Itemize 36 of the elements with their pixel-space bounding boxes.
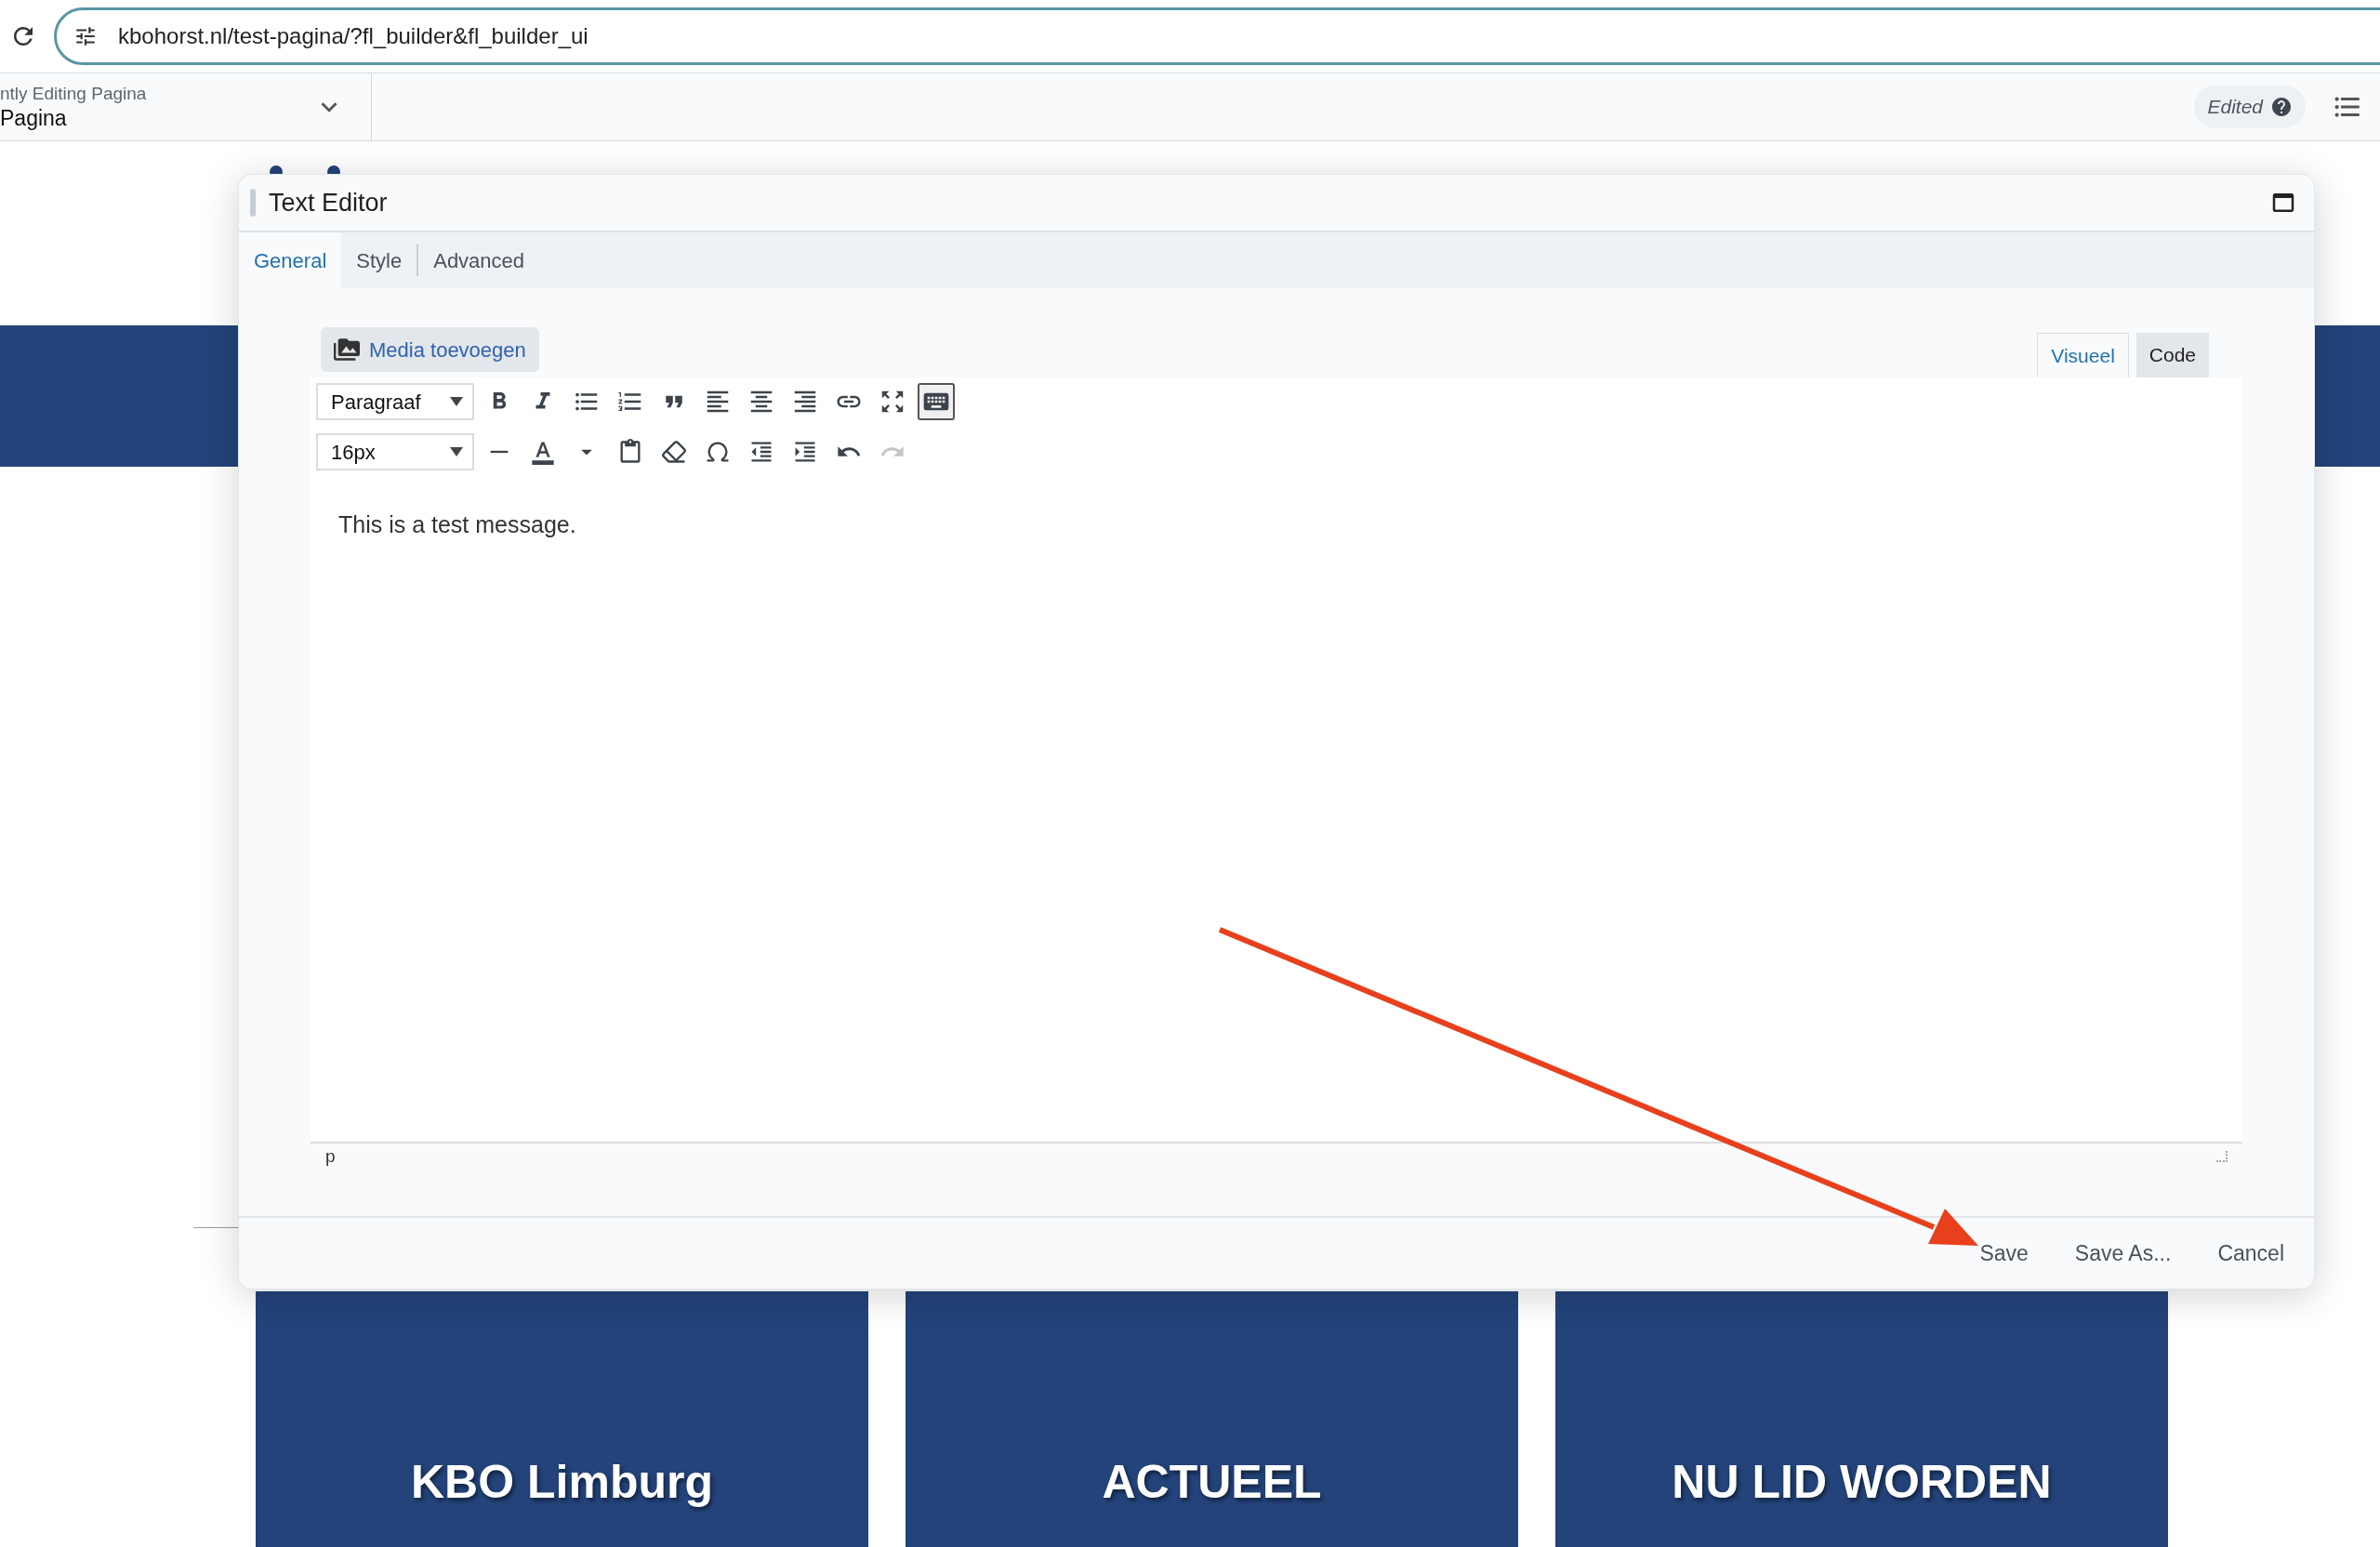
element-path: p [325,1144,336,1168]
media-icon [334,337,360,363]
eraser-icon[interactable] [661,439,687,465]
address-bar[interactable]: kbohorst.nl/test-pagina/?fl_builder&fl_builder_ui [54,7,2380,65]
footer-button[interactable]: Save [1961,1230,2047,1276]
footer-button[interactable]: Save As... [2056,1230,2190,1276]
add-media-button[interactable]: Media toevoegen [321,327,539,372]
dialog-title: Text Editor [269,187,389,218]
settings-tab[interactable]: Advanced [418,232,540,288]
font-size-select[interactable]: 16px [316,433,474,470]
tile-title: NU LID WORDEN [1672,1455,2052,1510]
site-settings-icon[interactable] [73,24,98,48]
editor-mode-tab[interactable]: Code [2135,333,2209,377]
dropdown-caret-icon [450,447,463,456]
help-icon[interactable] [2270,96,2293,118]
url-text: kbohorst.nl/test-pagina/?fl_builder&fl_builder_ui [118,22,588,50]
nav-tile[interactable]: KBO Limburg [256,1291,868,1547]
editor-mode-tab[interactable]: Visueel [2037,333,2129,377]
page-selector[interactable]: ntly Editing Pagina Pagina [0,73,372,140]
page-title: Pagina [0,104,68,132]
dropdown-caret-icon [450,397,463,406]
editor-content[interactable]: This is a test message. [311,470,2242,1142]
footer-button[interactable]: Cancel [2199,1230,2303,1276]
settings-tab[interactable]: Style [341,232,417,288]
resize-handle-icon[interactable] [2216,1151,2228,1162]
status-text: Edited [2207,95,2263,120]
tile-title: KBO Limburg [411,1455,713,1510]
drag-handle[interactable] [250,189,256,217]
edited-status-pill[interactable]: Edited [2194,86,2306,128]
format-select[interactable]: Paragraaf [316,383,474,420]
editing-label: ntly Editing Pagina [0,82,147,105]
toolbar-toggle-button[interactable] [918,383,955,420]
nav-tile[interactable]: NU LID WORDEN [1555,1291,2168,1547]
settings-tab[interactable]: General [239,232,342,288]
nav-tile[interactable]: ACTUEEL [906,1291,1518,1547]
tile-title: ACTUEEL [1102,1455,1322,1510]
